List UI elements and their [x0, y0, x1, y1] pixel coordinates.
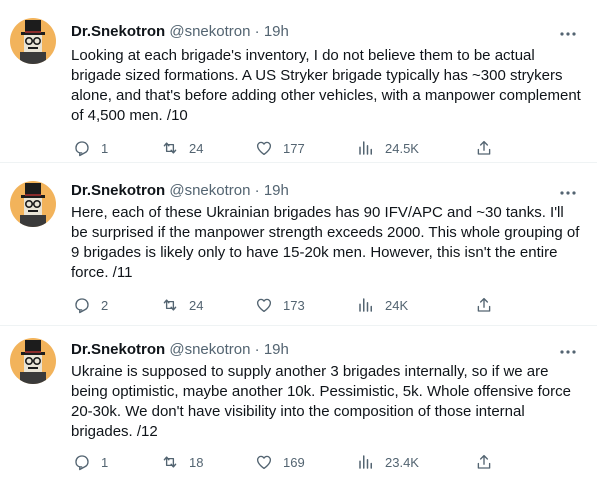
like-count: 177: [283, 140, 305, 156]
tweet-header: Dr.Snekotron @snekotron · 19h: [71, 181, 289, 201]
author-name[interactable]: Dr.Snekotron: [71, 182, 165, 199]
retweet-count: 24: [189, 297, 204, 313]
tweet-text: Looking at each brigade's inventory, I d…: [71, 47, 581, 124]
share-button[interactable]: [475, 138, 493, 158]
like-icon: [256, 141, 272, 156]
share-button[interactable]: [475, 452, 493, 472]
tweet-text: Ukraine is supposed to supply another 3 …: [71, 363, 571, 440]
more-icon[interactable]: [558, 183, 578, 203]
author-handle[interactable]: @snekotron: [169, 341, 250, 358]
avatar[interactable]: [10, 338, 56, 384]
views-icon: [359, 455, 372, 469]
reply-icon: [75, 298, 89, 314]
tweet-actions: 1 18 169 23.4K: [63, 452, 583, 472]
retweet-button[interactable]: 18: [161, 452, 203, 472]
tweet-timestamp[interactable]: 19h: [264, 341, 289, 358]
retweet-button[interactable]: 24: [161, 295, 203, 315]
like-button[interactable]: 177: [255, 138, 305, 158]
tweet[interactable]: Dr.Snekotron @snekotron · 19h Ukraine is…: [0, 326, 597, 491]
tweet[interactable]: Dr.Snekotron @snekotron · 19h Looking at…: [0, 0, 597, 163]
like-icon: [256, 455, 272, 470]
like-button[interactable]: 169: [255, 452, 305, 472]
tweet[interactable]: Dr.Snekotron @snekotron · 19h Here, each…: [0, 163, 597, 326]
reply-button[interactable]: 2: [73, 295, 108, 315]
reply-count: 1: [101, 140, 109, 156]
more-icon[interactable]: [558, 24, 578, 44]
views-button[interactable]: 24.5K: [357, 138, 419, 158]
like-count: 173: [283, 297, 305, 313]
retweet-icon: [163, 142, 177, 154]
more-icon[interactable]: [558, 342, 578, 362]
retweet-icon: [163, 299, 177, 311]
author-name[interactable]: Dr.Snekotron: [71, 23, 165, 40]
views-icon: [359, 141, 372, 155]
share-button[interactable]: [475, 295, 493, 315]
retweet-button[interactable]: 24: [161, 138, 203, 158]
avatar[interactable]: [10, 18, 56, 64]
header-separator: ·: [254, 341, 260, 358]
author-handle[interactable]: @snekotron: [169, 182, 250, 199]
views-button[interactable]: 24K: [357, 295, 408, 315]
share-icon: [477, 297, 491, 312]
tweet-actions: 2 24 173 24K: [63, 295, 583, 315]
retweet-icon: [163, 456, 177, 468]
author-name[interactable]: Dr.Snekotron: [71, 341, 165, 358]
retweet-count: 24: [189, 140, 204, 156]
reply-icon: [75, 455, 89, 471]
share-icon: [477, 454, 491, 469]
retweet-count: 18: [189, 454, 204, 470]
reply-button[interactable]: 1: [73, 452, 108, 472]
tweet-header: Dr.Snekotron @snekotron · 19h: [71, 340, 289, 360]
share-icon: [477, 140, 491, 155]
tweet-header: Dr.Snekotron @snekotron · 19h: [71, 22, 289, 42]
reply-count: 2: [101, 297, 109, 313]
tweet-timestamp[interactable]: 19h: [264, 23, 289, 40]
header-separator: ·: [254, 23, 260, 40]
header-separator: ·: [254, 182, 260, 199]
view-count: 24K: [385, 297, 409, 313]
tweet-actions: 1 24 177 24.5K: [63, 138, 583, 158]
tweet-timestamp[interactable]: 19h: [264, 182, 289, 199]
views-button[interactable]: 23.4K: [357, 452, 419, 472]
reply-count: 1: [101, 454, 109, 470]
like-icon: [256, 298, 272, 313]
reply-button[interactable]: 1: [73, 138, 108, 158]
like-button[interactable]: 173: [255, 295, 305, 315]
tweet-feed: Dr.Snekotron @snekotron · 19h Looking at…: [0, 0, 597, 491]
author-handle[interactable]: @snekotron: [169, 23, 250, 40]
views-icon: [359, 298, 372, 312]
avatar[interactable]: [10, 181, 56, 227]
like-count: 169: [283, 454, 305, 470]
reply-icon: [75, 141, 89, 157]
view-count: 23.4K: [385, 454, 419, 470]
tweet-text: Here, each of these Ukrainian brigades h…: [71, 204, 580, 281]
view-count: 24.5K: [385, 140, 419, 156]
